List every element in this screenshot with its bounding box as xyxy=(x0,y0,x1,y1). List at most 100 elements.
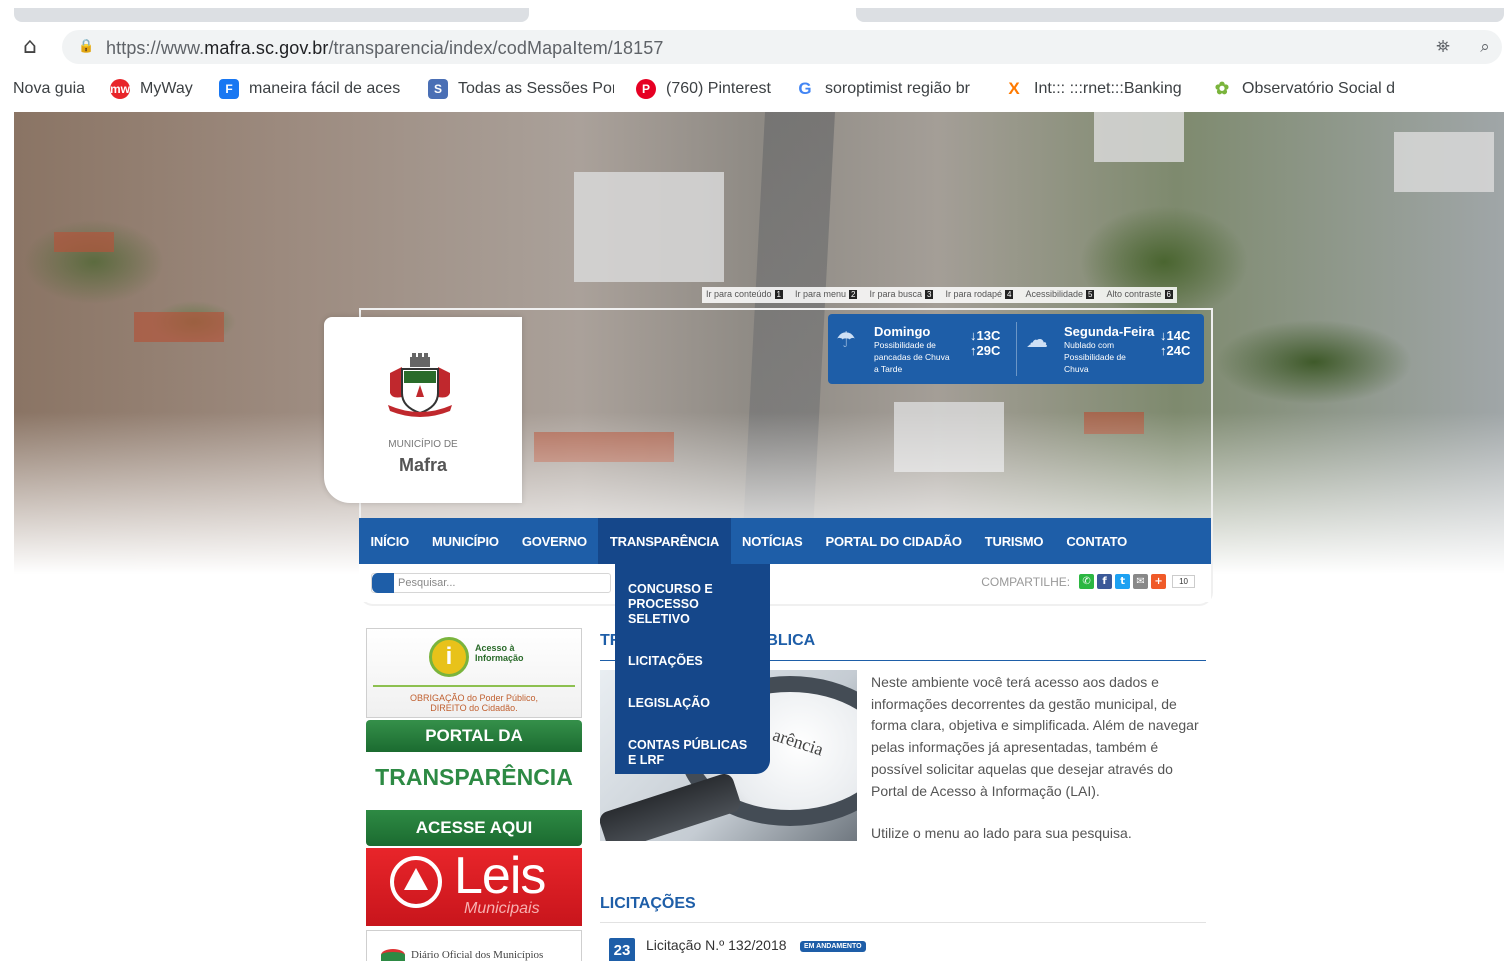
accessibility-link[interactable]: Acessibilidade 5 xyxy=(1025,289,1095,301)
address-bar[interactable]: 🔒 https://www.mafra.sc.gov.br/transparen… xyxy=(62,30,1502,64)
observatorio-icon: ✿ xyxy=(1212,79,1232,99)
twitter-icon[interactable]: t xyxy=(1115,574,1131,589)
search-placeholder: Pesquisar... xyxy=(398,577,456,589)
section-rule xyxy=(600,922,1206,923)
lock-icon[interactable]: 🔒 xyxy=(78,39,94,55)
leis-municipais-banner[interactable]: Leis Municipais xyxy=(366,847,582,926)
section-title-licitacoes: LICITAÇÕES xyxy=(600,895,696,912)
weather-separator xyxy=(1016,322,1017,376)
temp-max: 29C xyxy=(976,343,1001,358)
weather-day-name: Domingo xyxy=(874,324,931,339)
main-nav: INÍCIO MUNICÍPIO GOVERNO TRANSPARÊNCIA N… xyxy=(359,518,1211,564)
skip-link-menu[interactable]: Ir para menu 2 xyxy=(795,289,858,301)
bookmark-facebook[interactable]: Fmaneira fácil de aces xyxy=(219,78,404,100)
intro-paragraph: Neste ambiente você terá acesso aos dado… xyxy=(871,674,1199,799)
temp-min: 13C xyxy=(976,328,1001,343)
dropdown-legislacao[interactable]: LEGISLAÇÃO xyxy=(628,696,758,711)
cloud-icon: ☁ xyxy=(1026,328,1048,353)
transparencia-dropdown: CONCURSO E PROCESSO SELETIVO LICITAÇÕES … xyxy=(615,564,770,774)
nav-contato[interactable]: CONTATO xyxy=(1055,518,1139,564)
acesso-title: Acesso à Informação xyxy=(475,643,524,663)
skip-link-footer[interactable]: Ir para rodapé 4 xyxy=(945,289,1014,301)
licitacao-title[interactable]: Licitação N.º 132/2018 xyxy=(646,937,787,953)
share-label: COMPARTILHE: xyxy=(981,574,1071,589)
photo-building xyxy=(574,172,724,282)
magnifier-handle xyxy=(600,771,743,841)
acesse-aqui-button[interactable]: ACESSE AQUI xyxy=(366,810,582,846)
weather-day-1: Domingo Possibilidade de pancadas de Chu… xyxy=(874,324,956,375)
temp-min: 14C xyxy=(1166,328,1191,343)
pinterest-icon: P xyxy=(636,79,656,99)
acesso-tagline: OBRIGAÇÃO do Poder Público, DIREITO do C… xyxy=(409,693,539,713)
myway-icon: mw xyxy=(110,79,130,99)
diario-oficial-banner[interactable]: Diário Oficial dos Municípios xyxy=(366,930,582,961)
coat-of-arms-icon xyxy=(388,353,452,417)
dropdown-contas-publicas[interactable]: CONTAS PÚBLICAS E LRF xyxy=(628,738,758,768)
bookmark-banking[interactable]: X Int::: :::rnet:::Banking xyxy=(1004,78,1190,100)
transp-top-text: PORTAL DA xyxy=(366,720,582,752)
bookmark-soroptimist[interactable]: Gsoroptimist região br xyxy=(795,78,981,100)
intro-hint: Utilize o menu ao lado para sua pesquisa… xyxy=(871,825,1132,841)
whatsapp-icon[interactable]: ✆ xyxy=(1079,574,1095,589)
leis-title: Leis xyxy=(454,847,546,905)
email-icon[interactable]: ✉ xyxy=(1133,574,1149,589)
weather-widget: ☂ Domingo Possibilidade de pancadas de C… xyxy=(828,314,1204,384)
photo-building xyxy=(1094,112,1184,162)
photo-roof xyxy=(134,312,224,342)
accessibility-bar: Ir para conteúdo 1 Ir para menu 2 Ir para … xyxy=(702,287,1177,303)
dropdown-licitacoes[interactable]: LICITAÇÕES xyxy=(628,654,758,669)
google-icon: G xyxy=(795,79,815,99)
bookmark-myway[interactable]: mw MyWay xyxy=(110,78,208,100)
diario-logo-icon xyxy=(381,949,405,961)
bookmark-sessions[interactable]: S Todas as Sessões Por xyxy=(428,78,614,100)
facebook-share-icon[interactable]: f xyxy=(1097,574,1113,589)
bookmark-nova-guia[interactable]: Nova guia xyxy=(13,78,95,100)
banking-icon: X xyxy=(1004,79,1024,99)
more-share-icon[interactable]: + xyxy=(1151,574,1167,589)
search-share-bar: Pesquisar... COMPARTILHE: ✆ f t ✉ + 10 xyxy=(359,564,1211,602)
skip-link-search[interactable]: Ir para busca 3 xyxy=(869,289,934,301)
logo-subtitle: MUNICÍPIO DE xyxy=(388,439,458,450)
weather-day-name: Segunda-Feira xyxy=(1064,324,1155,339)
diario-title: Diário Oficial dos Municípios xyxy=(411,949,544,961)
status-badge: EM ANDAMENTO xyxy=(800,941,866,952)
high-contrast-link[interactable]: Alto contraste 6 xyxy=(1106,289,1173,301)
bookmark-pinterest[interactable]: P (760) Pinterest xyxy=(636,78,778,100)
browser-toolbar: ⌂ 🔒 https://www.mafra.sc.gov.br/transpar… xyxy=(0,26,1504,68)
nav-portal-do-cidadao[interactable]: PORTAL DO CIDADÃO xyxy=(814,518,973,564)
municipality-logo[interactable]: MUNICÍPIO DE Mafra xyxy=(324,317,522,503)
nav-turismo[interactable]: TURISMO xyxy=(973,518,1055,564)
nav-municipio[interactable]: MUNICÍPIO xyxy=(421,518,511,564)
dropdown-concurso[interactable]: CONCURSO E PROCESSO SELETIVO xyxy=(628,582,758,627)
weather-description: Possibilidade de pancadas de Chuva a Tar… xyxy=(874,340,950,374)
website-viewport: Ir para conteúdo 1 Ir para menu 2 Ir para … xyxy=(14,112,1504,961)
share-count: 10 xyxy=(1172,575,1195,588)
bookmark-observatorio[interactable]: ✿ Observatório Social d xyxy=(1212,78,1400,100)
info-icon: i xyxy=(429,637,469,677)
nav-transparencia[interactable]: TRANSPARÊNCIA xyxy=(598,518,731,564)
zoom-icon[interactable]: ⌕ xyxy=(1474,36,1496,58)
search-input[interactable]: Pesquisar... xyxy=(371,573,611,593)
leis-triangle-icon xyxy=(404,868,428,890)
share-buttons: COMPARTILHE: ✆ f t ✉ + 10 xyxy=(981,574,1195,589)
tab-background[interactable] xyxy=(856,8,1504,22)
licitacao-date: 23 xyxy=(609,938,635,961)
tab-strip xyxy=(0,0,1504,26)
transp-mid-text: TRANSPARÊNCIA xyxy=(375,764,573,790)
weather-temps: ↓14C ↑24C xyxy=(1160,328,1191,358)
tab-background[interactable] xyxy=(14,8,529,22)
url-text[interactable]: https://www.mafra.sc.gov.br/transparenci… xyxy=(106,38,663,59)
divider xyxy=(373,685,575,687)
skip-link-content[interactable]: Ir para conteúdo 1 xyxy=(706,289,783,301)
nav-noticias[interactable]: NOTÍCIAS xyxy=(731,518,815,564)
search-icon[interactable] xyxy=(372,573,394,593)
facebook-icon: F xyxy=(219,79,239,99)
portal-transparencia-banner[interactable]: PORTAL DA TRANSPARÊNCIA ACESSE AQUI xyxy=(366,720,582,846)
nav-inicio[interactable]: INÍCIO xyxy=(359,518,421,564)
home-icon[interactable]: ⌂ xyxy=(16,34,44,60)
weather-day-2: Segunda-Feira Nublado com Possibilidade … xyxy=(1064,324,1154,375)
nav-governo[interactable]: GOVERNO xyxy=(510,518,598,564)
translate-icon[interactable]: ⛯ xyxy=(1432,36,1454,58)
acesso-informacao-banner[interactable]: i Acesso à Informação OBRIGAÇÃO do Poder… xyxy=(366,628,582,718)
logo-name: Mafra xyxy=(398,455,447,475)
